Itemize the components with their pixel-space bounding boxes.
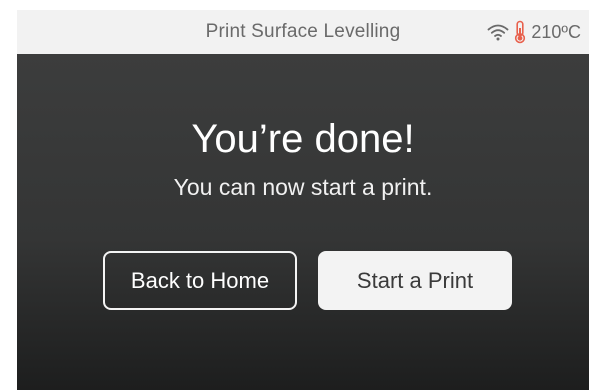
status-indicators: 210ºC [487, 10, 581, 54]
completion-headline: You’re done! [191, 117, 415, 161]
thermometer-icon [513, 20, 527, 44]
printer-screen: Print Surface Levelling 210ºC You’re don… [17, 10, 589, 390]
completion-panel: You’re done! You can now start a print. … [17, 54, 589, 390]
temperature-readout: 210ºC [531, 21, 581, 42]
start-print-button[interactable]: Start a Print [318, 251, 512, 310]
wifi-icon [487, 23, 509, 41]
status-bar: Print Surface Levelling 210ºC [17, 10, 589, 54]
completion-message: You can now start a print. [173, 174, 433, 200]
back-to-home-button[interactable]: Back to Home [103, 251, 297, 310]
